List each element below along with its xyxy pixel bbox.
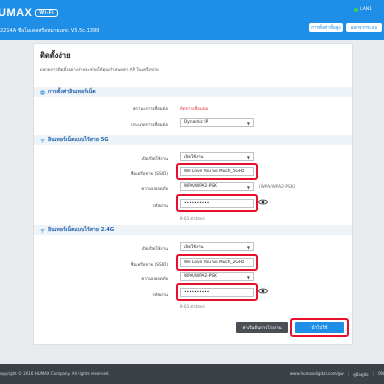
- wifi5-password-hint: 8-63 ตัวอักษร: [180, 216, 205, 221]
- ssid-5g-highlight-box: [176, 163, 258, 180]
- top-header: UMAX Wi-Fi 2214A ชื่อโมเดลหรือหมายเลข: V…: [0, 0, 384, 40]
- wifi5-onoff-value: เปิดใช้งาน: [184, 155, 204, 160]
- wifi5-onoff-select[interactable]: เปิดใช้งาน ▼: [180, 152, 254, 161]
- factory-default-button[interactable]: ค่าเริ่มต้นการโรงงาน: [236, 322, 288, 333]
- footer: opyright © 2016 HUMAX Company. All right…: [0, 364, 384, 384]
- wifi5-onoff-label: เปิด/ปิดใช้งาน: [141, 157, 168, 162]
- wifi24-security-select[interactable]: WPA/WPA2-PSK ▼: [180, 272, 254, 281]
- wifi24-onoff-label: เปิด/ปิดใช้งาน: [141, 247, 168, 252]
- brand-name: UMAX: [0, 7, 33, 19]
- connection-status-label: สถานะการเชื่อมต่อ: [132, 107, 168, 112]
- password-5g-highlight-box: [176, 194, 258, 212]
- wifi24-onoff-select[interactable]: เปิดใช้งาน ▼: [180, 242, 254, 251]
- lan-status-label: LAN1: [360, 7, 372, 12]
- apply-highlight-box: [290, 318, 349, 337]
- chevron-down-icon: ▼: [246, 121, 250, 126]
- section-internet-title: การตั้งค่าอินเทอร์เน็ต: [48, 89, 96, 95]
- connection-type-label: ประเภทการเชื่อมต่อ: [131, 123, 168, 128]
- chevron-down-icon: ▼: [246, 275, 250, 280]
- chevron-down-icon: ▼: [246, 185, 250, 190]
- logout-button[interactable]: ออกจากระบบ: [346, 23, 382, 32]
- connection-status-value: ตัดการเชื่อมต่อ: [180, 107, 209, 112]
- footer-manual-link[interactable]: คู่มือคู่มือ: [353, 371, 368, 378]
- footer-links: www.humaxdigital.com/gw | คู่มือคู่มือ |…: [290, 371, 384, 378]
- advanced-settings-button[interactable]: การตั้งค่าขั้นสูง: [309, 23, 343, 32]
- section-internet: การตั้งค่าอินเทอร์เน็ต: [34, 87, 352, 97]
- connection-type-value: Dynamic IP: [184, 120, 209, 125]
- copyright: opyright © 2016 HUMAX Company. All right…: [0, 371, 110, 376]
- page-title: ติดตั้งง่าย: [40, 51, 71, 60]
- wifi5-security-value: WPA/WPA2-PSK: [184, 184, 217, 189]
- wifi5-security-label: ความปลอดภัย: [141, 187, 168, 192]
- globe-icon: [40, 89, 45, 95]
- chevron-down-icon: ▼: [246, 245, 250, 250]
- wifi24-security-label: ความปลอดภัย: [141, 277, 168, 282]
- wifi-icon: [40, 138, 45, 143]
- wifi5-password-label: รหัสผ่าน: [152, 204, 168, 209]
- footer-online-link[interactable]: ON: [378, 371, 384, 378]
- password-24g-highlight-box: [176, 283, 258, 301]
- brand-badge: Wi-Fi: [35, 9, 59, 17]
- wifi24-security-value: WPA/WPA2-PSK: [184, 274, 217, 279]
- footer-separator: |: [372, 371, 374, 376]
- connection-type-select[interactable]: Dynamic IP ▼: [180, 118, 254, 127]
- wifi5-security-select[interactable]: WPA/WPA2-PSK ▼: [180, 182, 254, 191]
- wifi24-password-label: รหัสผ่าน: [152, 293, 168, 298]
- section-wifi-5g: อินเทอร์เน็ตแบบไร้สาย 5G: [34, 135, 352, 145]
- section-wifi-5g-title: อินเทอร์เน็ตแบบไร้สาย 5G: [48, 137, 109, 143]
- page-description: ผลกดการติดตั้งอย่างง่ายจะช่วยให้คุณกำหนด…: [40, 68, 159, 73]
- wifi24-onoff-value: เปิดใช้งาน: [184, 245, 204, 250]
- ssid-24g-highlight-box: [176, 254, 258, 271]
- wifi5-security-note: (WPA/WPA2-PSK): [259, 185, 296, 190]
- model-info: 2214A ชื่อโมเดลหรือหมายเลข: V5.5c.1399: [0, 28, 100, 34]
- lan-status: LAN1: [354, 7, 372, 12]
- section-wifi-24g-title: อินเทอร์เน็ตแบบไร้สาย 2.4G: [48, 227, 115, 233]
- show-password-eye-icon[interactable]: [258, 198, 268, 206]
- wifi5-ssid-label: ชื่อเครือข่าย (SSID): [130, 172, 168, 177]
- chevron-down-icon: ▼: [246, 155, 250, 160]
- wifi24-ssid-label: ชื่อเครือข่าย (SSID): [130, 263, 168, 268]
- footer-separator: |: [347, 371, 350, 376]
- show-password-eye-icon[interactable]: [258, 287, 268, 295]
- section-wifi-24g: อินเทอร์เน็ตแบบไร้สาย 2.4G: [34, 225, 352, 235]
- status-dot-icon: [354, 7, 359, 12]
- wifi24-password-hint: 8-63 ตัวอักษร: [180, 304, 205, 309]
- wifi-icon: [40, 228, 45, 233]
- brand-logo: UMAX Wi-Fi: [0, 7, 59, 19]
- footer-site-link[interactable]: www.humaxdigital.com/gw: [290, 371, 344, 378]
